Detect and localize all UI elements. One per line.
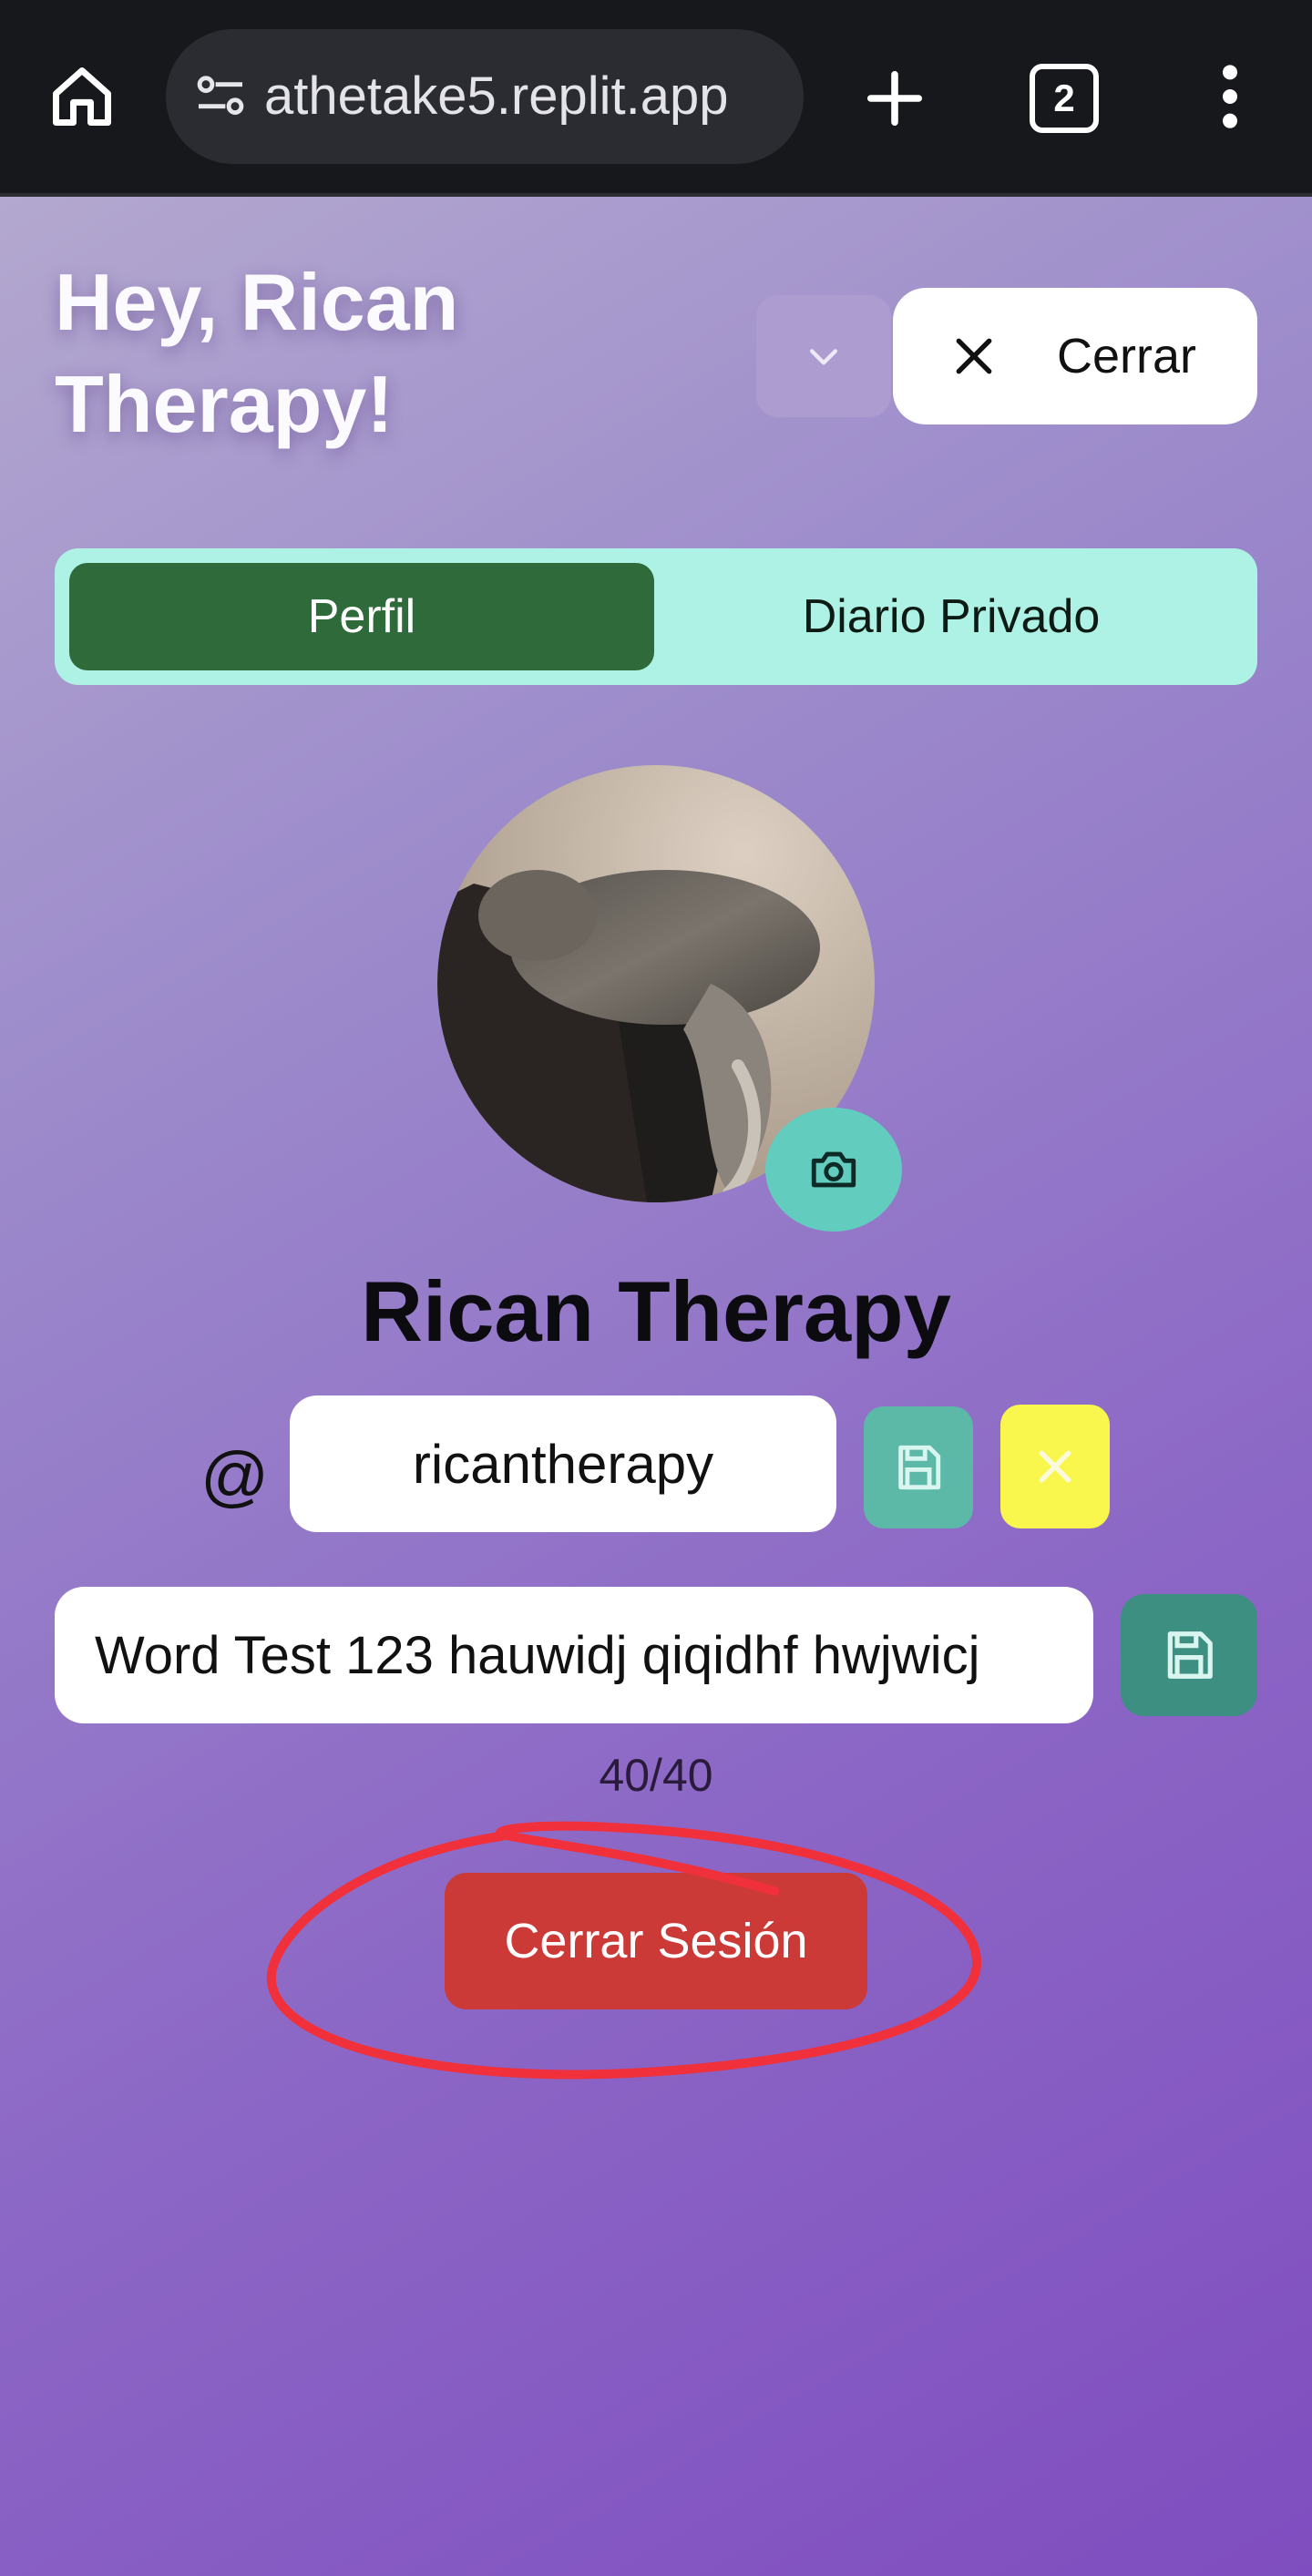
- profile-page: Hey, Rican Therapy! Cerrar Perfil Diario…: [0, 197, 1312, 2576]
- bio-input[interactable]: [55, 1587, 1093, 1723]
- close-icon: [956, 338, 992, 374]
- save-icon: [1167, 1631, 1213, 1679]
- more-menu-icon[interactable]: [1184, 51, 1276, 142]
- save-bio-button[interactable]: [1121, 1594, 1257, 1716]
- chevron-down-icon: [809, 349, 838, 365]
- at-symbol: @: [200, 1438, 270, 1514]
- browser-toolbar: athetake5.replit.app 2: [0, 0, 1312, 197]
- close-button-label: Cerrar: [1057, 329, 1197, 383]
- tab-switcher-button[interactable]: 2: [1020, 55, 1108, 142]
- tab-diario-privado[interactable]: Diario Privado: [660, 563, 1243, 670]
- site-info-icon[interactable]: [191, 67, 250, 126]
- collapse-button[interactable]: [756, 295, 891, 417]
- address-bar[interactable]: athetake5.replit.app: [166, 29, 804, 164]
- url-text: athetake5.replit.app: [264, 66, 729, 126]
- camera-icon: [811, 1151, 856, 1188]
- change-photo-button[interactable]: [765, 1108, 902, 1232]
- bio-char-count: 40/40: [599, 1750, 713, 1801]
- close-button[interactable]: Cerrar: [893, 288, 1257, 424]
- home-icon[interactable]: [36, 51, 128, 142]
- username-input[interactable]: [290, 1395, 836, 1532]
- save-icon: [898, 1445, 941, 1490]
- greeting-heading: Hey, Rican Therapy!: [55, 257, 459, 449]
- logout-button[interactable]: Cerrar Sesión: [445, 1873, 867, 2009]
- profile-tabs: Perfil Diario Privado: [55, 548, 1257, 685]
- close-icon: [1039, 1450, 1071, 1483]
- tab-count: 2: [1030, 64, 1099, 133]
- save-username-button[interactable]: [864, 1406, 973, 1528]
- new-tab-icon[interactable]: [847, 51, 942, 146]
- cancel-username-button[interactable]: [1000, 1405, 1110, 1528]
- tab-perfil[interactable]: Perfil: [69, 563, 654, 670]
- profile-display-name: Rican Therapy: [361, 1263, 951, 1359]
